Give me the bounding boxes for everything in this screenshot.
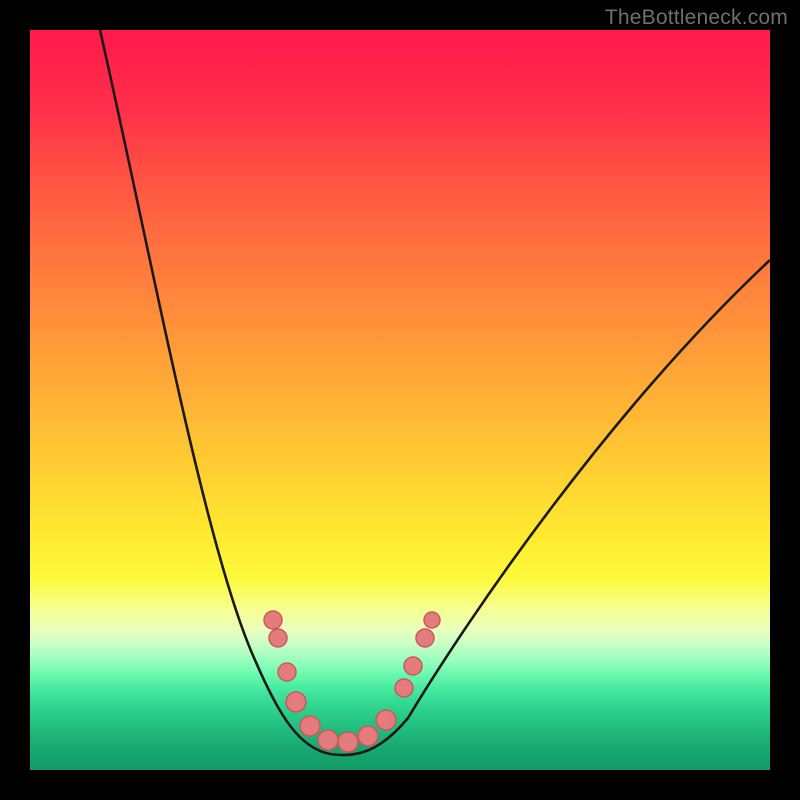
data-marker <box>376 710 396 730</box>
chart-svg <box>30 30 770 770</box>
data-marker <box>278 663 296 681</box>
data-marker <box>318 730 338 750</box>
data-marker <box>424 612 440 628</box>
data-marker <box>358 726 378 746</box>
marker-group <box>264 611 440 752</box>
data-marker <box>264 611 282 629</box>
data-marker <box>300 716 320 736</box>
chart-plot-area <box>30 30 770 770</box>
watermark-text: TheBottleneck.com <box>605 6 788 30</box>
data-marker <box>286 692 306 712</box>
chart-frame: TheBottleneck.com <box>0 0 800 800</box>
data-marker <box>338 732 358 752</box>
data-marker <box>395 679 413 697</box>
data-marker <box>416 629 434 647</box>
bottleneck-curve <box>100 30 770 755</box>
data-marker <box>404 657 422 675</box>
data-marker <box>269 629 287 647</box>
